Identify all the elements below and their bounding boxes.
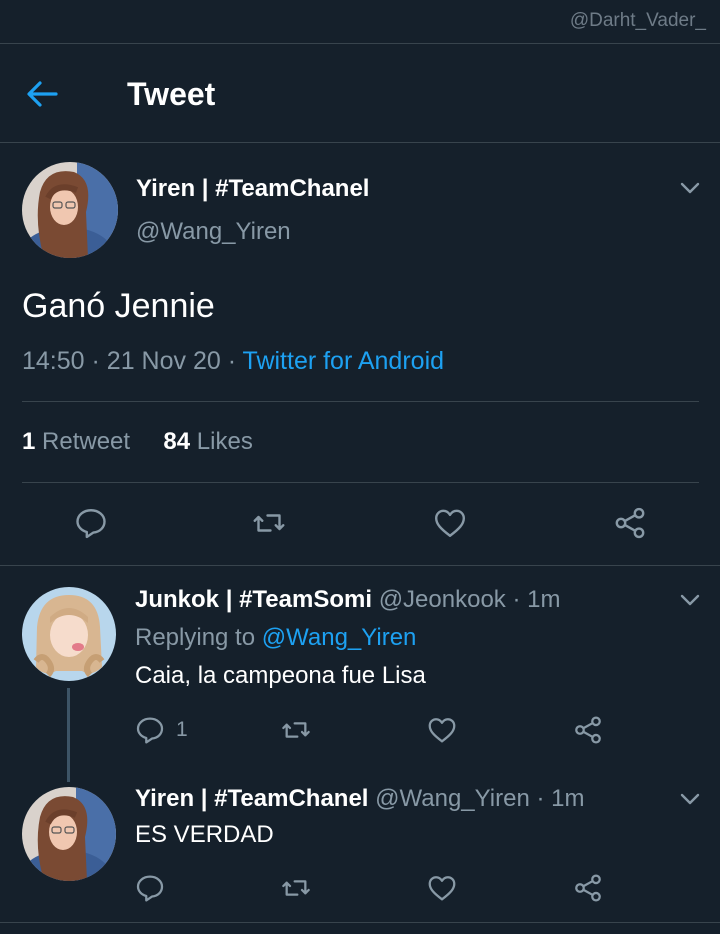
share-button[interactable] [612, 505, 648, 541]
retweet-button[interactable] [280, 872, 312, 904]
reply-count: 1 [176, 718, 188, 741]
avatar[interactable] [22, 587, 116, 681]
tweet-date: 21 Nov 20 [106, 347, 221, 375]
likes-stat[interactable]: 84 Likes [163, 428, 252, 455]
share-button[interactable] [572, 714, 604, 746]
header-bar: Tweet [0, 44, 720, 142]
author-handle[interactable]: @Wang_Yiren [136, 218, 291, 246]
avatar[interactable] [22, 162, 118, 258]
retweet-label: Retweet [42, 428, 131, 455]
reply-text: ES VERDAD [135, 821, 274, 848]
arrow-left-icon [27, 81, 58, 107]
avatar[interactable] [22, 787, 116, 881]
tweet-time: 14:50 [22, 347, 85, 375]
thread-connector-line [67, 688, 70, 782]
divider [0, 142, 720, 143]
reply-bubble-icon [136, 717, 164, 744]
reply-header[interactable]: Junkok | #TeamSomi @Jeonkook · 1m [135, 586, 560, 614]
likes-label: Likes [196, 428, 253, 455]
author-name[interactable]: Yiren | #TeamChanel [136, 175, 369, 203]
divider [0, 922, 720, 923]
reply-bubble-icon [136, 875, 164, 902]
reply-button[interactable]: 1 [134, 714, 188, 746]
tweet-stats: 1 Retweet 84 Likes [22, 428, 253, 456]
heart-icon [435, 509, 465, 537]
reply-bubble-icon [76, 509, 106, 539]
share-icon [575, 874, 601, 902]
divider [0, 565, 720, 566]
back-button[interactable] [22, 74, 62, 114]
retweet-count: 1 [22, 428, 36, 455]
divider [22, 482, 699, 483]
reply-text: Caia, la campeona fue Lisa [135, 662, 426, 689]
share-icon [575, 716, 601, 744]
chevron-down-icon[interactable] [678, 787, 702, 811]
like-button[interactable] [426, 872, 458, 904]
reply-header[interactable]: Yiren | #TeamChanel @Wang_Yiren · 1m [135, 785, 584, 813]
page-title: Tweet [127, 76, 216, 112]
share-button[interactable] [572, 872, 604, 904]
watermark-text: @Darht_Vader_ [569, 10, 706, 31]
chevron-down-icon[interactable] [678, 176, 702, 200]
tweet-text: Ganó Jennie [22, 287, 215, 325]
like-button[interactable] [426, 714, 458, 746]
heart-icon [428, 718, 456, 743]
replying-prefix: Replying to [135, 624, 262, 651]
retweet-icon [282, 880, 310, 896]
like-button[interactable] [432, 505, 468, 541]
reply-author-name: Junkok | #TeamSomi [135, 586, 373, 613]
reply-handle-time: @Wang_Yiren · 1m [375, 785, 585, 812]
chevron-down-icon[interactable] [678, 588, 702, 612]
replying-to-line: Replying to @Wang_Yiren [135, 624, 416, 652]
retweet-icon [253, 514, 285, 532]
heart-icon [428, 876, 456, 901]
separator-dot: · [91, 347, 100, 375]
reply-author-name: Yiren | #TeamChanel [135, 785, 369, 812]
tweet-meta: 14:50 · 21 Nov 20 · Twitter for Android [22, 347, 444, 376]
reply-button[interactable] [73, 505, 109, 541]
reply-handle-time: @Jeonkook · 1m [378, 586, 561, 613]
retweet-button[interactable] [280, 714, 312, 746]
separator-dot: · [227, 347, 237, 375]
retweet-icon [282, 722, 310, 738]
retweet-button[interactable] [251, 505, 287, 541]
like-count: 84 [163, 428, 191, 455]
share-icon [615, 507, 645, 539]
replying-to-link[interactable]: @Wang_Yiren [262, 624, 417, 651]
retweet-stat[interactable]: 1 Retweet [22, 428, 130, 455]
tweet-source-link[interactable]: Twitter for Android [243, 347, 444, 375]
reply-button[interactable] [134, 872, 166, 904]
divider [22, 401, 699, 402]
